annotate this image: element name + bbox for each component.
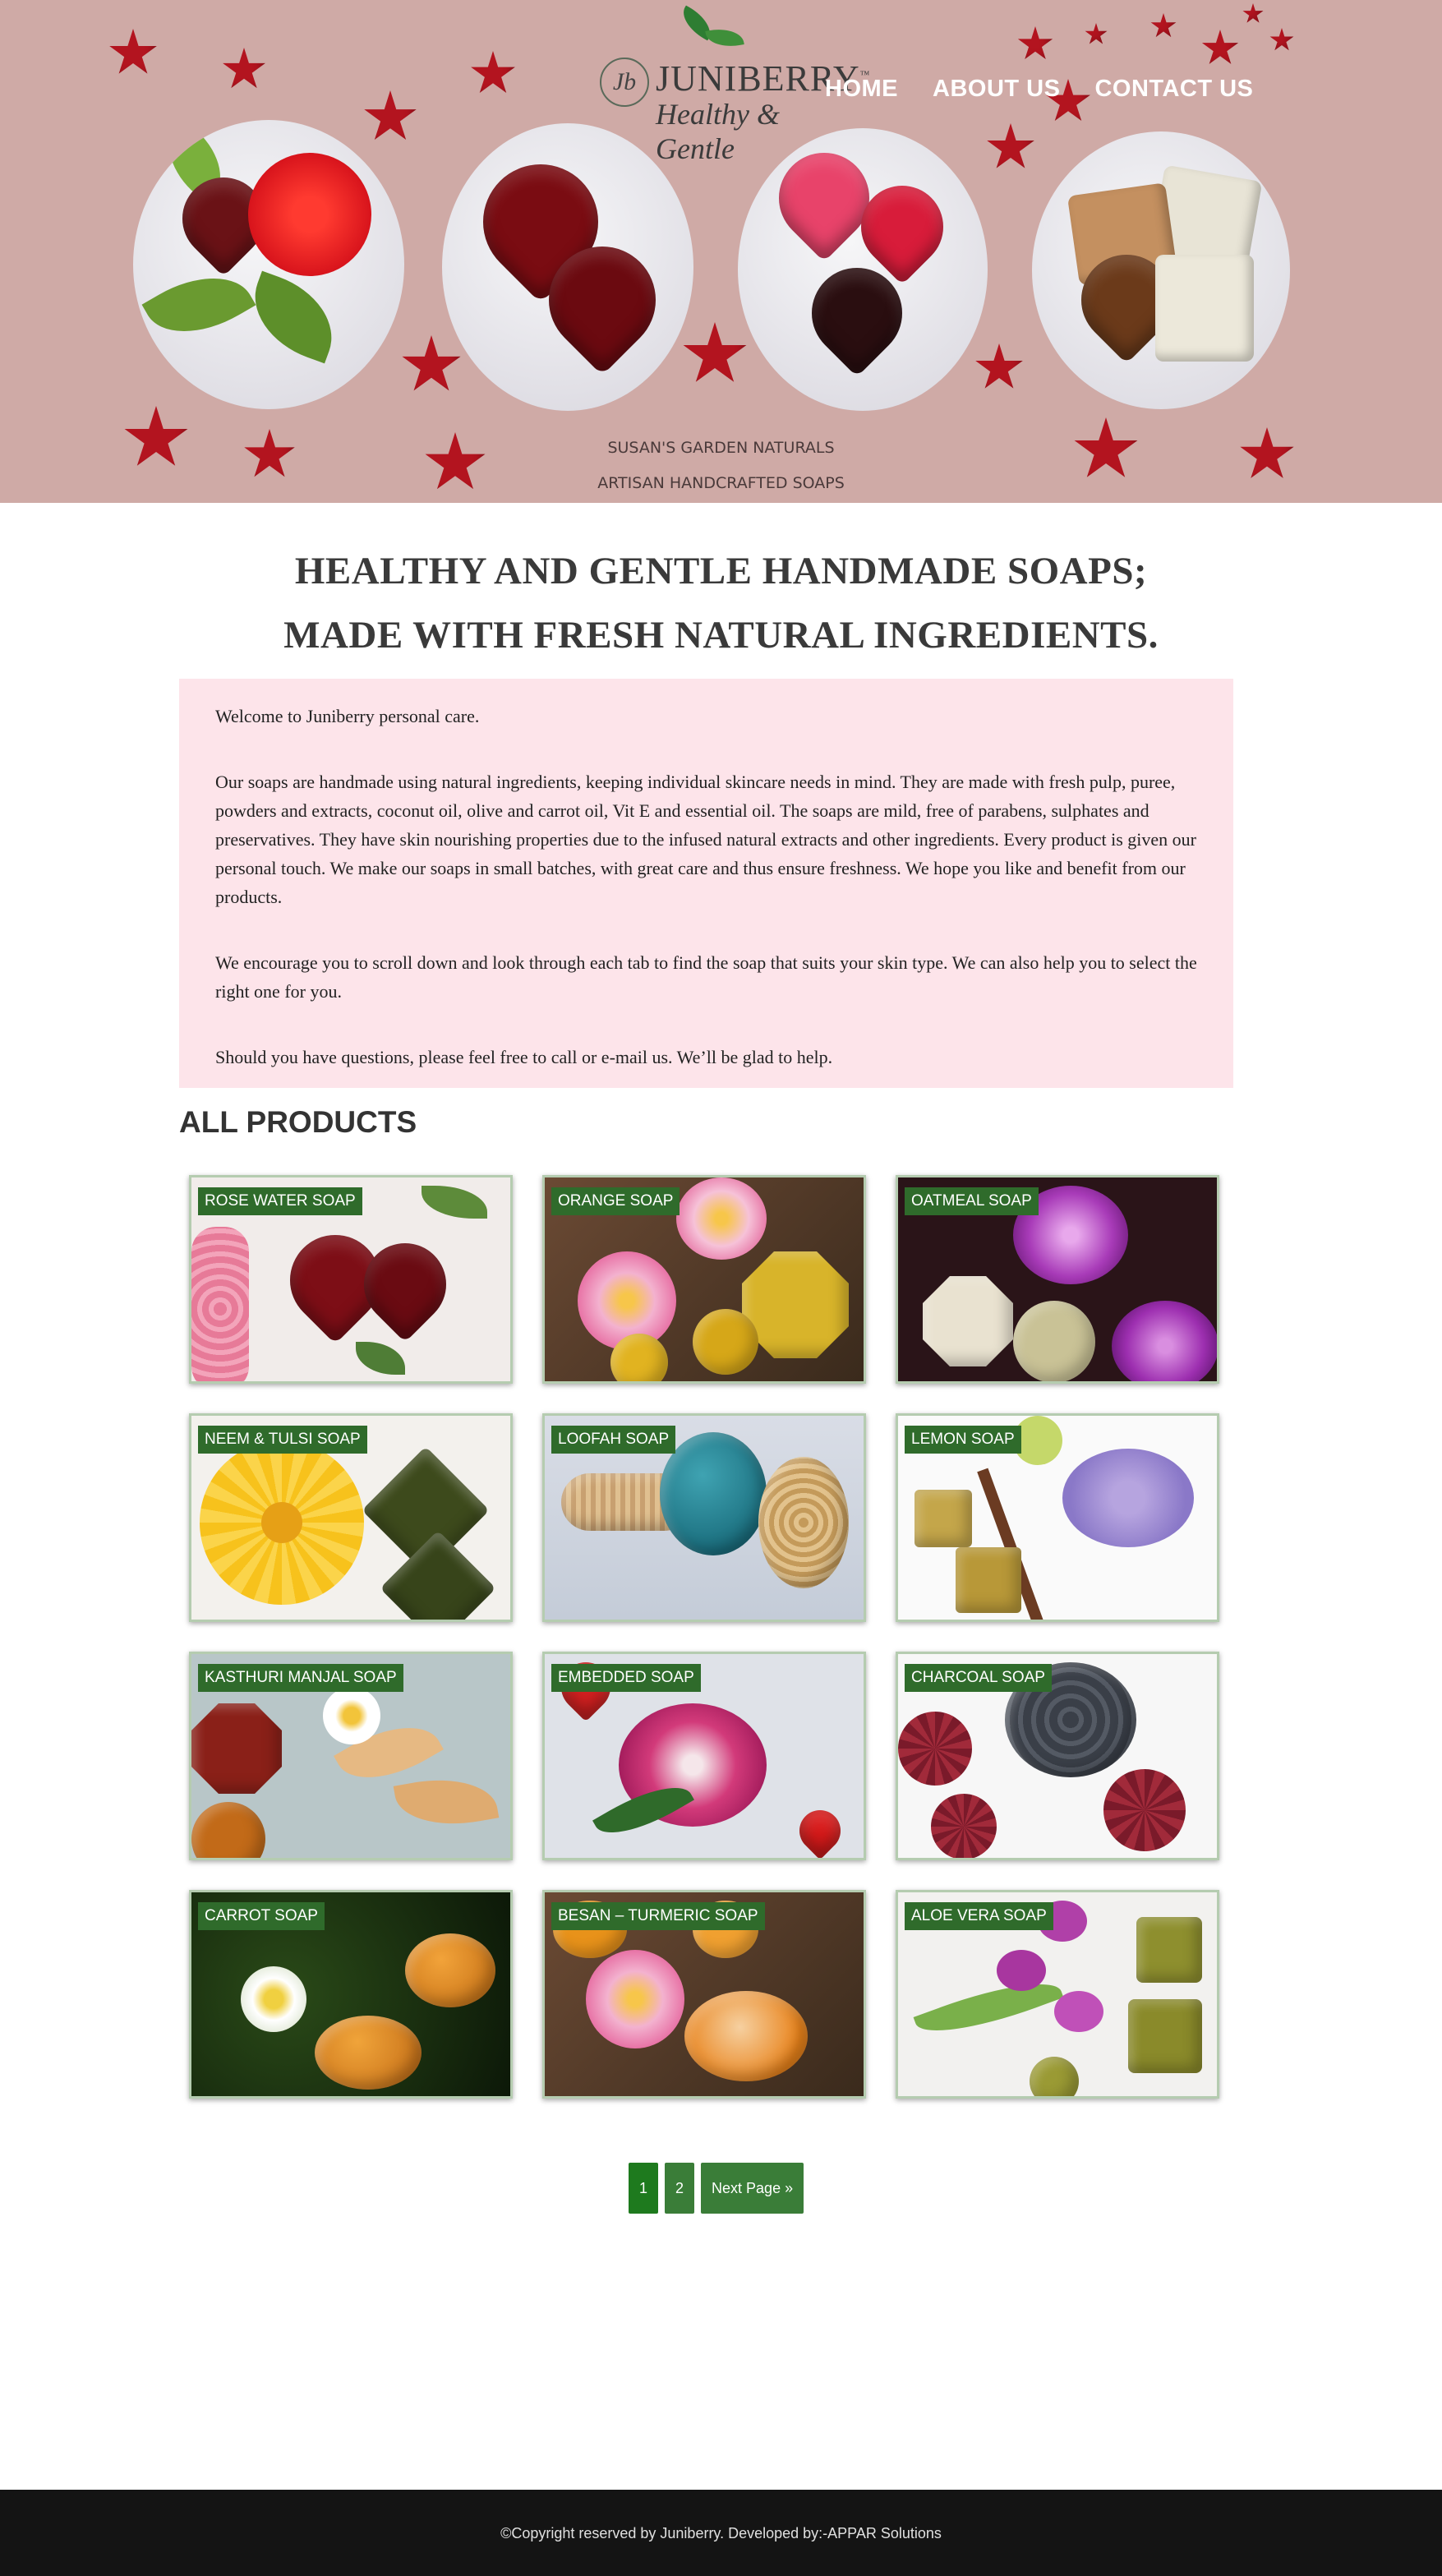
- star-icon: [364, 90, 417, 141]
- hero-line-2: ARTISAN HANDCRAFTED SOAPS: [597, 474, 845, 492]
- product-label: EMBEDDED SOAP: [551, 1664, 701, 1692]
- welcome-paragraph: Welcome to Juniberry personal care.: [215, 706, 480, 726]
- headline-line-1: HEALTHY AND GENTLE HANDMADE SOAPS;: [294, 550, 1148, 592]
- product-card-rose-water-soap[interactable]: ROSE WATER SOAP: [189, 1175, 513, 1384]
- product-card-carrot-soap[interactable]: CARROT SOAP: [189, 1890, 513, 2099]
- contact-paragraph: Should you have questions, please feel f…: [215, 1047, 833, 1067]
- leaf-icon: [705, 25, 744, 51]
- star-icon: [1242, 3, 1264, 23]
- pagination: 1 2 Next Page »: [629, 2163, 804, 2214]
- hero-pink-hearts-image: [738, 128, 988, 411]
- hero-banner: Jb JUNIBERRY™ Healthy & Gentle HOME ABOU…: [0, 0, 1442, 503]
- product-label: NEEM & TULSI SOAP: [198, 1426, 367, 1454]
- nav-about-us[interactable]: ABOUT US: [933, 76, 1060, 103]
- product-card-charcoal-soap[interactable]: CHARCOAL SOAP: [896, 1652, 1219, 1860]
- product-card-kasthuri-manjal-soap[interactable]: KASTHURI MANJAL SOAP: [189, 1652, 513, 1860]
- product-grid: ROSE WATER SOAP ORANGE SOAP OATMEAL SOAP: [189, 1175, 1220, 2099]
- product-label: ROSE WATER SOAP: [198, 1187, 362, 1215]
- page-1-link[interactable]: 1: [629, 2163, 659, 2214]
- all-products-heading: ALL PRODUCTS: [179, 1105, 417, 1139]
- welcome-box: Welcome to Juniberry personal care. Our …: [179, 679, 1233, 1088]
- product-label: BESAN – TURMERIC SOAP: [551, 1902, 765, 1930]
- nav-home[interactable]: HOME: [825, 76, 898, 103]
- star-icon: [109, 29, 157, 74]
- product-card-loofah-soap[interactable]: LOOFAH SOAP: [542, 1413, 866, 1622]
- footer: ©Copyright reserved by Juniberry. Develo…: [0, 2490, 1442, 2576]
- next-page-button[interactable]: Next Page »: [701, 2163, 804, 2214]
- star-icon: [223, 48, 265, 89]
- star-icon: [987, 123, 1034, 168]
- product-label: KASTHURI MANJAL SOAP: [198, 1664, 403, 1692]
- product-card-neem-tulsi-soap[interactable]: NEEM & TULSI SOAP: [189, 1413, 513, 1622]
- product-label: CARROT SOAP: [198, 1902, 325, 1930]
- nav-contact-us[interactable]: CONTACT US: [1094, 76, 1253, 103]
- browse-paragraph: We encourage you to scroll down and look…: [215, 952, 1197, 1002]
- star-icon: [402, 335, 461, 391]
- product-card-orange-soap[interactable]: ORANGE SOAP: [542, 1175, 866, 1384]
- hero-gift-soaps-image: [1032, 131, 1290, 409]
- product-card-lemon-soap[interactable]: LEMON SOAP: [896, 1413, 1219, 1622]
- star-icon: [1150, 13, 1177, 38]
- hero-line-1: SUSAN'S GARDEN NATURALS: [607, 439, 835, 457]
- product-label: ORANGE SOAP: [551, 1187, 680, 1215]
- product-label: CHARCOAL SOAP: [905, 1664, 1052, 1692]
- star-icon: [683, 322, 747, 382]
- star-icon: [1017, 26, 1053, 60]
- product-card-aloe-vera-soap[interactable]: ALOE VERA SOAP: [896, 1890, 1219, 2099]
- headline-line-2: MADE WITH FRESH NATURAL INGREDIENTS.: [283, 614, 1159, 657]
- hero-red-hearts-image: [442, 123, 693, 411]
- brand-monogram: Jb: [600, 58, 649, 107]
- page-2-link[interactable]: 2: [665, 2163, 695, 2214]
- brand-tagline: Healthy & Gentle: [656, 98, 780, 165]
- product-label: OATMEAL SOAP: [905, 1187, 1039, 1215]
- star-icon: [1201, 30, 1239, 64]
- star-icon: [471, 51, 515, 93]
- product-card-embedded-soap[interactable]: EMBEDDED SOAP: [542, 1652, 866, 1860]
- brand-logo[interactable]: Jb JUNIBERRY™ Healthy & Gentle: [600, 5, 869, 165]
- product-card-oatmeal-soap[interactable]: OATMEAL SOAP: [896, 1175, 1219, 1384]
- product-label: LOOFAH SOAP: [551, 1426, 676, 1454]
- product-card-besan-turmeric-soap[interactable]: BESAN – TURMERIC SOAP: [542, 1890, 866, 2099]
- about-paragraph: Our soaps are handmade using natural ing…: [215, 772, 1196, 907]
- star-icon: [1269, 28, 1294, 51]
- main-nav: HOME ABOUT US CONTACT US: [825, 76, 1288, 103]
- copyright-text: ©Copyright reserved by Juniberry. Develo…: [500, 2525, 942, 2541]
- product-label: LEMON SOAP: [905, 1426, 1021, 1454]
- product-label: ALOE VERA SOAP: [905, 1902, 1053, 1930]
- star-icon: [975, 343, 1023, 389]
- hero-hibiscus-soap-image: [133, 120, 404, 409]
- star-icon: [1085, 23, 1108, 44]
